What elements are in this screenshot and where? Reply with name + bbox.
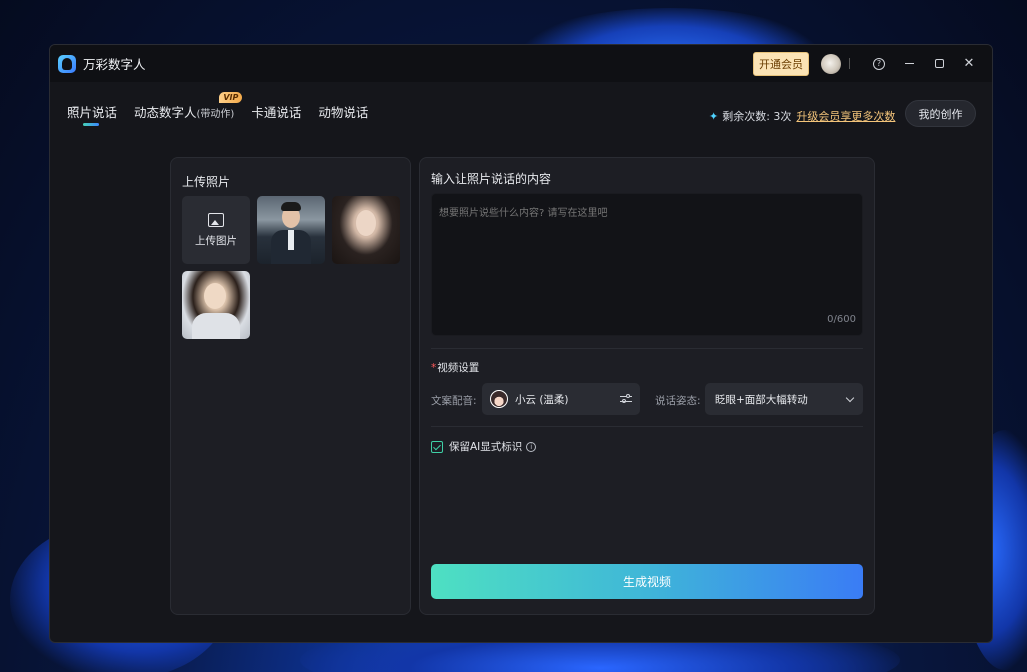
upload-label: 上传图片 — [195, 234, 237, 247]
upload-panel-title: 上传照片 — [182, 175, 231, 189]
open-vip-button[interactable]: 开通会员 — [753, 51, 809, 76]
voice-selector[interactable]: 小云 (温柔) — [482, 383, 640, 415]
app-logo-icon — [58, 54, 76, 73]
tab-dynamic-avatar[interactable]: 动态数字人(带动作) VIP — [134, 92, 243, 121]
remaining-text: 剩余次数: 3次 — [722, 110, 792, 123]
content-panel-title: 输入让照片说话的内容 — [431, 172, 552, 186]
upload-panel: 上传照片 上传图片 — [170, 157, 411, 615]
speech-content-input[interactable] — [431, 193, 863, 336]
help-icon: ? — [873, 57, 885, 70]
video-settings-label: 视频设置 — [437, 362, 480, 374]
close-icon: ✕ — [963, 56, 975, 71]
tab-label: 动态数字人 — [134, 105, 197, 120]
face-shape — [356, 210, 376, 236]
pose-label: 说话姿态: — [655, 395, 701, 407]
app-window: 万彩数字人 开通会员 ? ✕ 照片说话 动态数字人(带动作) VIP 卡通说话 … — [49, 44, 993, 643]
face-shape — [204, 283, 226, 309]
minimize-button[interactable] — [894, 49, 924, 79]
close-button[interactable]: ✕ — [954, 49, 984, 79]
photo-thumbnail-woman-2[interactable] — [182, 271, 250, 339]
upgrade-link[interactable]: 升级会员享更多次数 — [796, 108, 895, 124]
tab-label: 动物说话 — [318, 105, 369, 120]
chevron-down-icon — [845, 393, 855, 402]
content-panel: 输入让照片说话的内容 0/600 *视频设置 文案配音: 小云 (温柔) 说话姿… — [419, 157, 875, 615]
keep-ai-mark-option[interactable]: 保留AI显式标识 i — [431, 439, 537, 454]
hair-shape — [281, 202, 301, 211]
vip-badge: VIP — [219, 92, 243, 103]
tab-label: 照片说话 — [67, 105, 118, 120]
voice-avatar — [490, 390, 508, 408]
image-upload-icon — [208, 212, 224, 227]
titlebar-separator — [849, 58, 850, 69]
divider — [431, 348, 863, 349]
tab-cartoon-talk[interactable]: 卡通说话 — [251, 102, 301, 121]
tab-photo-talk[interactable]: 照片说话 — [67, 102, 118, 126]
shirt-shape — [288, 230, 294, 250]
maximize-button[interactable] — [924, 49, 954, 79]
pose-dropdown[interactable]: 眨眼+面部大幅转动 — [705, 383, 863, 415]
tab-animal-talk[interactable]: 动物说话 — [318, 102, 368, 121]
remaining-count: ✦ 剩余次数: 3次 升级会员享更多次数 — [709, 108, 895, 124]
keep-ai-label: 保留AI显式标识 — [449, 441, 523, 453]
generate-video-button[interactable]: 生成视频 — [431, 564, 863, 599]
upload-image-button[interactable]: 上传图片 — [182, 196, 250, 264]
top-nav: 照片说话 动态数字人(带动作) VIP 卡通说话 动物说话 ✦ 剩余次数: 3次… — [50, 82, 992, 130]
voice-label: 文案配音: — [431, 395, 477, 407]
help-button[interactable]: ? — [864, 49, 894, 79]
app-title: 万彩数字人 — [83, 57, 146, 72]
divider — [431, 426, 863, 427]
info-icon[interactable]: i — [526, 441, 537, 452]
required-mark: * — [431, 362, 437, 374]
pose-value: 眨眼+面部大幅转动 — [715, 393, 808, 406]
sparkle-icon: ✦ — [709, 109, 719, 123]
video-settings-title: *视频设置 — [431, 360, 479, 375]
user-avatar[interactable] — [821, 53, 841, 74]
photo-thumbnail-man[interactable] — [257, 196, 325, 264]
keep-ai-checkbox[interactable] — [431, 440, 443, 453]
char-counter: 0/600 — [827, 314, 856, 325]
slider-knob — [626, 394, 630, 398]
mode-tabs: 照片说话 动态数字人(带动作) VIP 卡通说话 动物说话 — [67, 92, 385, 126]
voice-value: 小云 (温柔) — [515, 393, 569, 406]
title-bar: 万彩数字人 开通会员 ? ✕ — [50, 45, 992, 82]
blazer-shape — [192, 313, 240, 339]
photo-thumbnail-woman-1[interactable] — [332, 196, 400, 264]
minimize-icon — [904, 63, 914, 64]
slider-knob — [622, 399, 626, 403]
tab-sublabel: (带动作) — [196, 109, 235, 120]
my-creations-button[interactable]: 我的创作 — [905, 100, 976, 127]
tab-label: 卡通说话 — [251, 105, 302, 120]
settings-sliders-icon[interactable] — [620, 394, 632, 404]
maximize-icon — [934, 59, 944, 68]
